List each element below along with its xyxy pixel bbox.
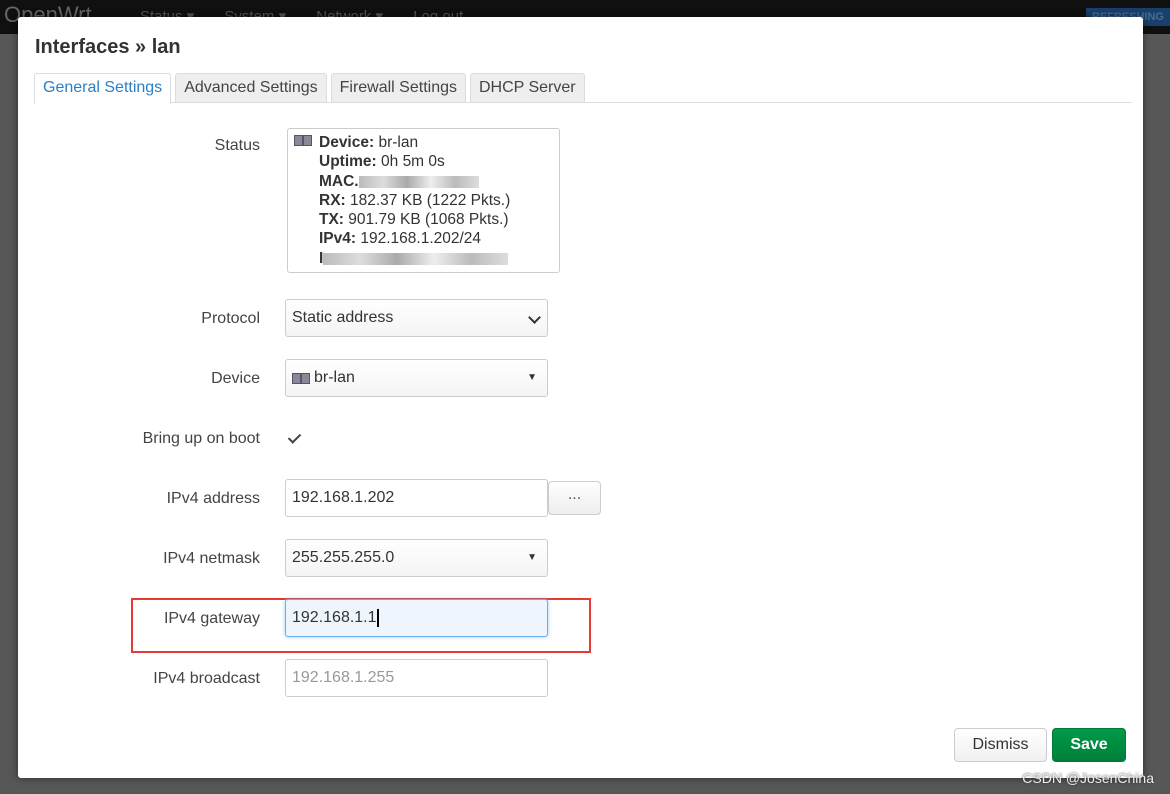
device-select-value: br-lan	[314, 369, 355, 386]
tab-general-settings[interactable]: General Settings	[34, 73, 172, 104]
status-box: Device: br-lan Uptime: 0h 5m 0s MAC. RX:…	[287, 128, 560, 273]
ipv4-label: IPv4:	[319, 230, 357, 248]
ipv6-redacted	[323, 252, 509, 265]
ipv4-broadcast-input[interactable]: 192.168.1.255	[285, 659, 548, 697]
watermark: CSDN @JosenChina	[1022, 770, 1154, 786]
ipv4-address-input[interactable]: 192.168.1.202	[285, 479, 548, 517]
protocol-label: Protocol	[201, 310, 260, 327]
save-button[interactable]: Save	[1052, 728, 1126, 762]
protocol-select[interactable]: Static address	[285, 299, 548, 337]
text-cursor	[376, 608, 379, 627]
mac-label: MAC.	[319, 172, 359, 190]
tx-value: 901.79 KB (1068 Pkts.)	[348, 211, 509, 229]
ipv4-address-value: 192.168.1.202	[292, 489, 395, 506]
tab-advanced-settings[interactable]: Advanced Settings	[175, 73, 327, 102]
device-value: br-lan	[378, 134, 419, 151]
uptime-value: 0h 5m 0s	[381, 153, 445, 171]
rx-label: RX:	[319, 191, 346, 209]
ipv4-gateway-value: 192.168.1.1	[292, 609, 377, 626]
network-device-icon	[292, 371, 310, 385]
ipv4-value: 192.168.1.202/24	[360, 230, 482, 248]
network-device-icon	[294, 135, 312, 149]
ipv4-netmask-value: 255.255.255.0	[292, 549, 395, 566]
protocol-value: Static address	[292, 309, 394, 326]
ipv4-broadcast-placeholder: 192.168.1.255	[292, 669, 395, 686]
ipv4-netmask-select[interactable]: 255.255.255.0 ▼	[285, 539, 548, 577]
tab-dhcp-server[interactable]: DHCP Server	[469, 73, 585, 102]
add-address-button[interactable]: ...	[548, 481, 601, 515]
tx-label: TX:	[319, 211, 344, 229]
caret-down-icon: ▼	[527, 552, 537, 563]
tab-bar: General Settings Advanced Settings Firew…	[34, 73, 1132, 104]
modal-title: Interfaces » lan	[35, 36, 181, 58]
boot-label: Bring up on boot	[142, 430, 260, 447]
device-field-label: Device	[211, 370, 260, 387]
ipv4-netmask-label: IPv4 netmask	[163, 550, 260, 567]
boot-checkbox[interactable]	[286, 430, 302, 446]
ipv4-broadcast-label: IPv4 broadcast	[153, 670, 260, 687]
status-label: Status	[214, 137, 260, 154]
rx-value: 182.37 KB (1222 Pkts.)	[350, 191, 511, 209]
caret-down-icon: ▼	[527, 372, 537, 383]
mac-redacted	[358, 175, 479, 188]
ipv4-gateway-label: IPv4 gateway	[163, 610, 260, 627]
ipv4-gateway-input[interactable]: 192.168.1.1	[285, 599, 548, 637]
device-label: Device:	[319, 134, 375, 151]
chevron-down-icon	[528, 311, 541, 324]
uptime-label: Uptime:	[319, 153, 377, 171]
device-select[interactable]: br-lan ▼	[285, 359, 548, 397]
tab-firewall-settings[interactable]: Firewall Settings	[330, 73, 466, 102]
dismiss-button[interactable]: Dismiss	[954, 728, 1047, 762]
ipv4-address-label: IPv4 address	[166, 490, 260, 507]
interface-modal: Interfaces » lan General Settings Advanc…	[18, 17, 1143, 778]
